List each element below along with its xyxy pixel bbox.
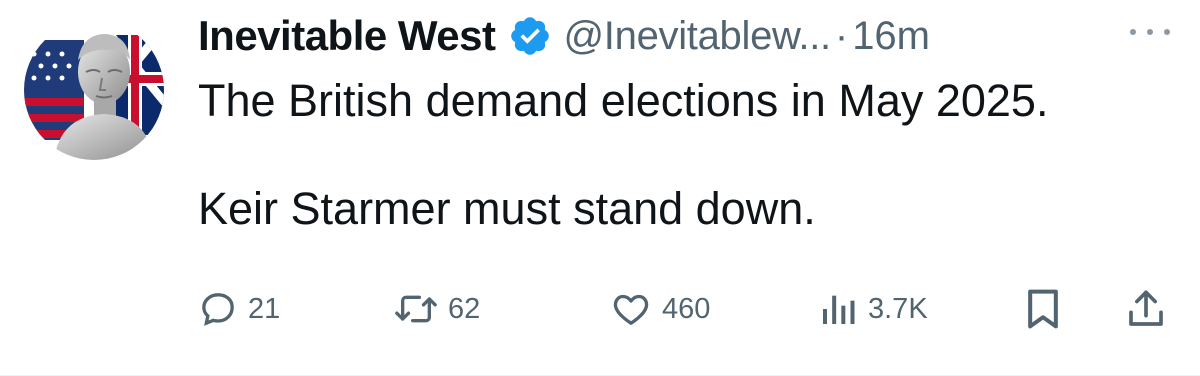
- action-bar: 21 62 460 3.7K: [198, 282, 1178, 336]
- display-name[interactable]: Inevitable West: [198, 12, 496, 60]
- reply-icon: [202, 293, 234, 326]
- views-count: 3.7K: [868, 292, 928, 325]
- bookmark-icon: [1028, 289, 1058, 329]
- bookmark-button[interactable]: [1024, 282, 1062, 336]
- more-dot: [1164, 29, 1170, 35]
- repost-count: 62: [448, 292, 481, 325]
- repost-button[interactable]: 62: [394, 282, 480, 336]
- repost-icon: [395, 295, 437, 323]
- share-button[interactable]: [1126, 282, 1166, 336]
- more-options-icon[interactable]: [1130, 20, 1170, 44]
- avatar-image: [24, 20, 164, 160]
- tweet-card[interactable]: Inevitable West @Inevitablew... · 16m Th…: [0, 0, 1200, 376]
- reply-count: 21: [248, 292, 281, 325]
- tweet-text: The British demand elections in May 2025…: [198, 74, 1178, 236]
- timestamp[interactable]: 16m: [852, 14, 930, 59]
- user-handle[interactable]: @Inevitablew...: [564, 14, 832, 59]
- tweet-header: Inevitable West @Inevitablew... · 16m: [198, 8, 930, 64]
- heart-icon: [613, 294, 649, 325]
- avatar[interactable]: [24, 20, 164, 160]
- verified-badge-icon[interactable]: [508, 14, 552, 58]
- like-count: 460: [662, 292, 711, 325]
- share-icon: [1129, 290, 1163, 326]
- more-dot: [1130, 29, 1136, 35]
- tweet-text-line: Keir Starmer must stand down.: [198, 183, 816, 234]
- tweet-text-line: The British demand elections in May 2025…: [198, 75, 1049, 126]
- views-bar-chart-icon: [823, 295, 855, 324]
- reply-button[interactable]: 21: [198, 282, 280, 336]
- views-button[interactable]: 3.7K: [818, 282, 928, 336]
- like-button[interactable]: 460: [610, 282, 710, 336]
- separator-dot: ·: [834, 13, 849, 58]
- more-dot: [1147, 29, 1153, 35]
